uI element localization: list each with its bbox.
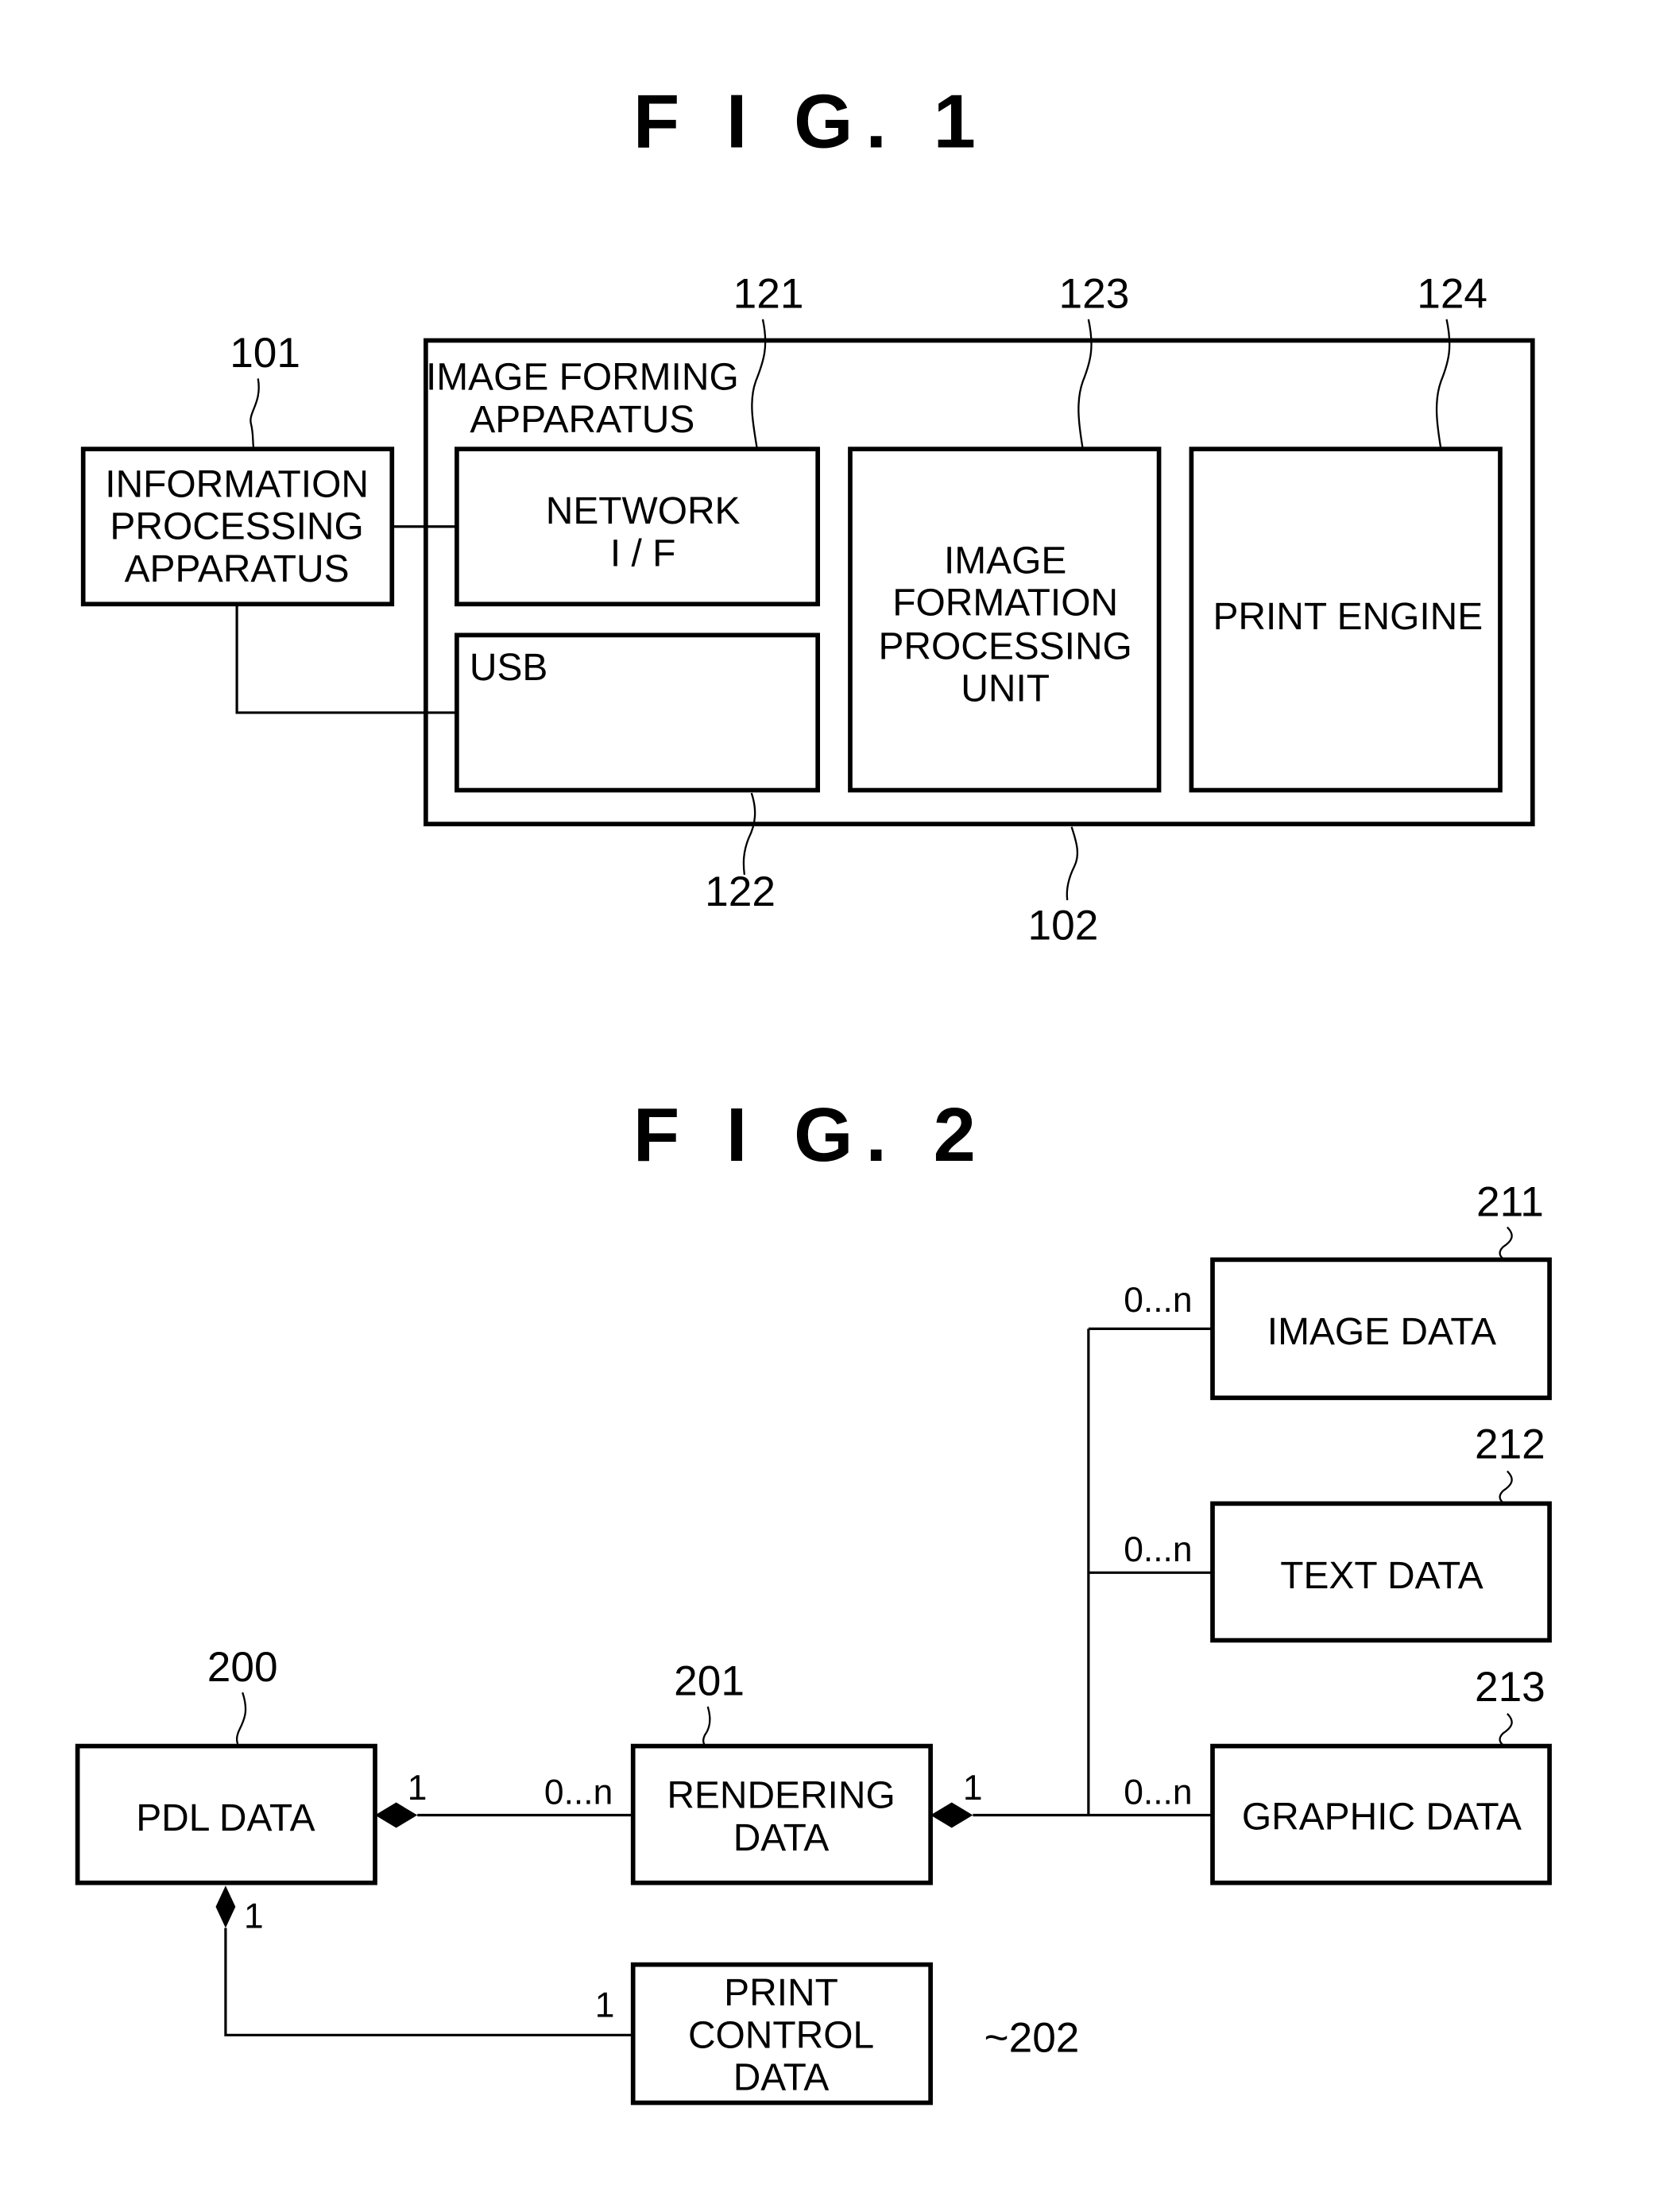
ref-101-leader <box>250 378 260 450</box>
text-data-label: TEXT DATA <box>1280 1555 1484 1597</box>
ref-102: 102 <box>1028 903 1099 949</box>
ifpu-line-4: UNIT <box>961 668 1050 710</box>
ref-212-leader <box>1499 1470 1513 1505</box>
rendering-data-line-1: RENDERING <box>667 1775 895 1817</box>
ref-201-leader <box>702 1706 711 1747</box>
figure-1-title: F I G. 1 <box>633 79 988 164</box>
apparatus-label-line-1: IMAGE FORMING <box>426 357 739 399</box>
figure-2-title: F I G. 2 <box>633 1092 988 1178</box>
figure-2: F I G. 2 IMAGE DATA 211 TEXT DATA 212 GR… <box>75 1092 1552 2106</box>
text-data-block: TEXT DATA 212 <box>1210 1421 1552 1643</box>
ref-211: 211 <box>1476 1178 1544 1225</box>
image-data-label: IMAGE DATA <box>1267 1311 1496 1353</box>
ref-213: 213 <box>1475 1664 1545 1711</box>
ref-102-leader <box>1066 826 1079 901</box>
ref-213-leader <box>1499 1712 1513 1747</box>
print-control-line-1: PRINT <box>724 1972 838 2014</box>
print-control-data-block: PRINT CONTROL DATA ~202 <box>630 1962 1080 2106</box>
ifpu-line-3: PROCESSING <box>878 626 1131 668</box>
ref-211-leader <box>1499 1226 1513 1261</box>
pdl-print-control-composition-diamond <box>215 1885 236 1928</box>
mult-rendering-side: 1 <box>963 1769 983 1808</box>
pdl-data-block: PDL DATA 200 <box>75 1644 377 1885</box>
print-engine-block: PRINT ENGINE 124 <box>1189 271 1503 793</box>
figure-1: F I G. 1 INFORMATION PROCESSING APPARATU… <box>80 79 1535 949</box>
print-control-line-3: DATA <box>733 2057 830 2099</box>
rendering-data-block: RENDERING DATA 201 <box>630 1658 933 1885</box>
network-if-line-2: I / F <box>610 532 675 574</box>
graphic-data-block: GRAPHIC DATA 213 <box>1210 1664 1552 1885</box>
mult-pdl-rendering-pdl-side: 1 <box>408 1769 427 1808</box>
info-box-line-3: APPARATUS <box>125 548 350 590</box>
apparatus-label-line-2: APPARATUS <box>470 399 694 441</box>
ifpu-line-1: IMAGE <box>944 539 1066 582</box>
info-box-line-1: INFORMATION <box>105 463 369 505</box>
ref-201: 201 <box>674 1658 745 1705</box>
ref-121: 121 <box>733 271 804 318</box>
ref-200: 200 <box>207 1644 278 1691</box>
image-data-block: IMAGE DATA 211 <box>1210 1178 1552 1401</box>
patent-figure-sheet: F I G. 1 INFORMATION PROCESSING APPARATU… <box>75 79 1552 2106</box>
print-engine-label: PRINT ENGINE <box>1213 596 1483 638</box>
ref-212: 212 <box>1475 1421 1545 1468</box>
print-control-line-2: CONTROL <box>688 2014 874 2056</box>
information-processing-apparatus-block: INFORMATION PROCESSING APPARATUS 101 <box>80 330 395 607</box>
ref-123: 123 <box>1059 271 1130 318</box>
mult-graphic-data: 0...n <box>1124 1773 1192 1812</box>
mult-pdl-print-control-pdl-side: 1 <box>244 1897 264 1936</box>
mult-pdl-print-control-control-side: 1 <box>595 1986 615 2024</box>
ref-124: 124 <box>1417 271 1487 318</box>
graphic-data-label: GRAPHIC DATA <box>1242 1796 1522 1838</box>
mult-pdl-rendering-rendering-side: 0...n <box>544 1773 613 1812</box>
ref-122-leader <box>742 792 756 876</box>
info-box-line-2: PROCESSING <box>110 506 363 548</box>
mult-image-data: 0...n <box>1124 1281 1192 1320</box>
mult-text-data: 0...n <box>1124 1530 1192 1569</box>
network-if-line-1: NETWORK <box>546 490 741 532</box>
ref-202: ~202 <box>984 2015 1080 2062</box>
usb-interface-block: USB 122 <box>455 632 820 915</box>
ref-122: 122 <box>705 868 776 915</box>
pdl-data-label: PDL DATA <box>136 1797 315 1839</box>
ref-200-leader <box>235 1692 247 1746</box>
image-formation-processing-unit-block: IMAGE FORMATION PROCESSING UNIT 123 <box>848 271 1162 793</box>
ifpu-line-2: FORMATION <box>892 582 1118 625</box>
rendering-data-line-2: DATA <box>733 1817 830 1859</box>
usb-label: USB <box>470 647 547 689</box>
pdl-print-control-association-line <box>224 1928 633 2036</box>
ref-101: 101 <box>230 330 300 377</box>
